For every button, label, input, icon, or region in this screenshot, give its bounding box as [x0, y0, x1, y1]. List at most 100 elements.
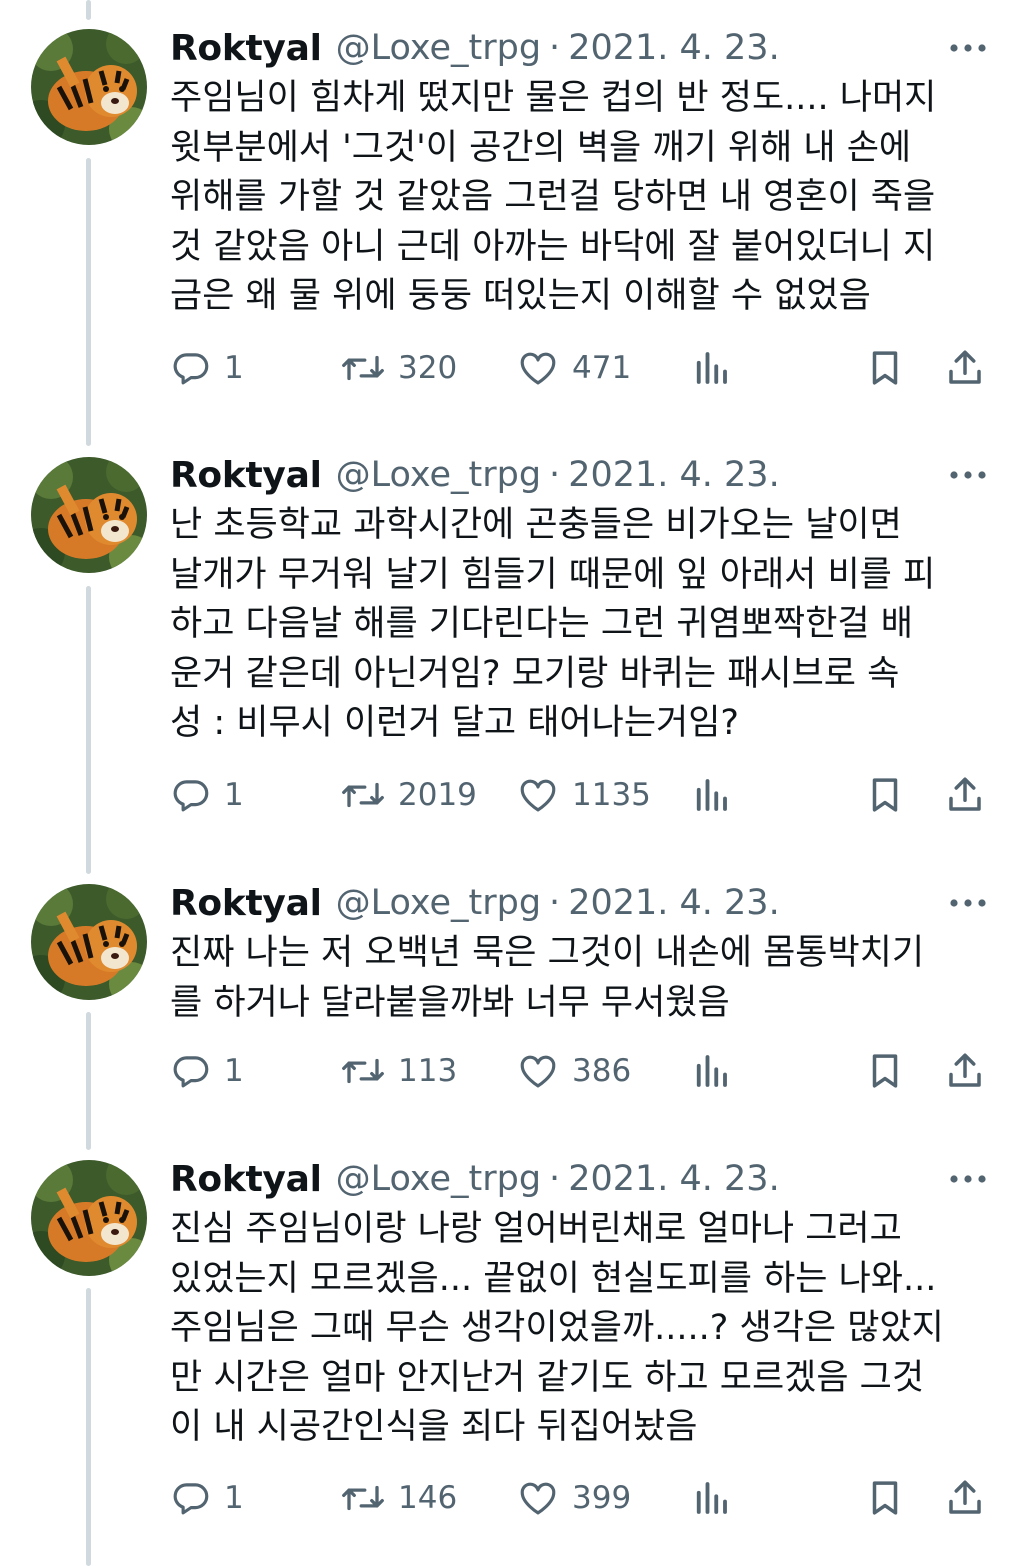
views-button[interactable]	[690, 1474, 732, 1522]
share-button[interactable]	[944, 771, 986, 819]
tweet-text: 난 초등학교 과학시간에 곤충들은 비가오는 날이면날개가 무거워 날기 힘들기…	[170, 501, 980, 749]
more-icon	[950, 44, 986, 52]
tweet-text-line: 날개가 무거워 날기 힘들기 때문에 잎 아래서 비를 피	[170, 554, 936, 595]
tweet-text-line: 주임님은 그때 무슨 생각이었을까.....? 생각은 많았지	[170, 1308, 944, 1348]
separator-dot: ·	[549, 28, 561, 68]
thread-line	[86, 586, 91, 874]
tweet-text-line: 만 시간은 얼마 안지난거 같기도 하고 모르겠음 그것	[170, 1357, 925, 1398]
tweet-text: 주임님이 힘차게 떴지만 물은 컵의 반 정도.... 나머지 윗부분에서 '그것…	[170, 74, 980, 322]
like-button[interactable]: 386	[516, 1047, 631, 1095]
more-options-button[interactable]	[948, 1165, 988, 1193]
avatar[interactable]	[31, 29, 147, 145]
bookmark-button[interactable]	[864, 1047, 906, 1095]
tweet-actions: 1 320 471	[0, 344, 1024, 392]
display-name[interactable]: Roktyal	[170, 1159, 322, 1200]
like-button[interactable]: 399	[516, 1474, 631, 1522]
retweet-count: 320	[398, 350, 458, 386]
reply-icon	[173, 1483, 209, 1515]
retweet-button[interactable]: 2019	[340, 771, 477, 819]
views-button[interactable]	[690, 344, 732, 392]
views-icon	[696, 352, 727, 384]
avatar[interactable]	[31, 1160, 147, 1276]
retweet-icon	[342, 1058, 384, 1084]
thread-line	[86, 0, 91, 20]
reply-count: 1	[224, 1053, 244, 1089]
tweet-text-line: 윗부분에서 '그것'이 공간의 벽을 깨기 위해 내 손에	[170, 127, 912, 168]
reply-icon	[173, 353, 209, 385]
retweet-button[interactable]: 320	[340, 344, 457, 392]
views-button[interactable]	[690, 1047, 732, 1095]
bookmark-icon	[872, 1481, 898, 1515]
reply-count: 1	[224, 777, 244, 813]
more-options-button[interactable]	[948, 34, 988, 62]
views-icon	[696, 1055, 727, 1087]
like-icon	[520, 1482, 556, 1515]
tweet-text-line: 금은 왜 물 위에 둥둥 떠있는지 이해할 수 없었음	[170, 276, 871, 316]
tweet-actions: 1 113 386	[0, 1047, 1024, 1095]
like-button[interactable]: 1135	[516, 771, 651, 819]
display-name[interactable]: Roktyal	[170, 883, 322, 924]
more-options-button[interactable]	[948, 889, 988, 917]
reply-button[interactable]: 1	[170, 771, 244, 819]
tweet-date[interactable]: 2021. 4. 23.	[568, 455, 780, 495]
retweet-count: 146	[398, 1480, 458, 1516]
tweet-text-line: 운거 같은데 아닌거임? 모기랑 바퀴는 패시브로 속	[170, 653, 900, 694]
avatar[interactable]	[31, 457, 147, 573]
like-icon	[520, 352, 556, 385]
separator-dot: ·	[549, 455, 561, 495]
user-handle[interactable]: @Loxe_trpg	[336, 28, 541, 68]
reply-button[interactable]: 1	[170, 344, 244, 392]
views-icon	[696, 1482, 727, 1514]
more-icon	[950, 471, 986, 479]
tweet-text-line: 난 초등학교 과학시간에 곤충들은 비가오는 날이면	[170, 505, 902, 545]
display-name[interactable]: Roktyal	[170, 28, 322, 69]
like-count: 386	[572, 1053, 632, 1089]
retweet-count: 113	[398, 1053, 458, 1089]
retweet-button[interactable]: 146	[340, 1474, 457, 1522]
user-handle[interactable]: @Loxe_trpg	[336, 1159, 541, 1199]
reply-count: 1	[224, 350, 244, 386]
tweet-header: Roktyal @Loxe_trpg · 2021. 4. 23.	[170, 451, 780, 499]
like-count: 471	[572, 350, 632, 386]
retweet-button[interactable]: 113	[340, 1047, 457, 1095]
share-button[interactable]	[944, 1047, 986, 1095]
tweet-text-line: 를 하거나 달라붙을까봐 너무 무서웠음	[170, 982, 730, 1023]
tiger-avatar-image	[31, 1160, 147, 1276]
like-count: 399	[572, 1480, 632, 1516]
tweet-text-line: 진짜 나는 저 오백년 묵은 그것이 내손에 몸통박치기	[170, 933, 925, 973]
reply-icon	[173, 1056, 209, 1088]
user-handle[interactable]: @Loxe_trpg	[336, 883, 541, 923]
reply-button[interactable]: 1	[170, 1047, 244, 1095]
tweet-actions: 1 146 399	[0, 1474, 1024, 1522]
share-icon	[949, 1053, 981, 1087]
like-count: 1135	[572, 777, 651, 813]
tweet-text-line: 위해를 가할 것 같았음 그런걸 당하면 내 영혼이 죽을	[170, 177, 936, 217]
tweet-date[interactable]: 2021. 4. 23.	[568, 883, 780, 923]
tweet-text-line: 성 : 비무시 이런거 달고 태어나는거임?	[170, 703, 739, 743]
display-name[interactable]: Roktyal	[170, 455, 322, 496]
tweet-actions: 1 2019 1135	[0, 771, 1024, 819]
tiger-avatar-image	[31, 884, 147, 1000]
tweet-text-line: 것 같았음 아니 근데 아까는 바닥에 잘 붙어있더니 지	[170, 226, 936, 267]
like-button[interactable]: 471	[516, 344, 631, 392]
share-button[interactable]	[944, 1474, 986, 1522]
bookmark-icon	[872, 351, 898, 385]
views-icon	[696, 779, 727, 811]
bookmark-button[interactable]	[864, 1474, 906, 1522]
bookmark-button[interactable]	[864, 771, 906, 819]
more-options-button[interactable]	[948, 461, 988, 489]
share-icon	[949, 350, 981, 384]
retweet-icon	[342, 1485, 384, 1511]
like-icon	[520, 779, 556, 812]
avatar[interactable]	[31, 884, 147, 1000]
share-button[interactable]	[944, 344, 986, 392]
retweet-count: 2019	[398, 777, 477, 813]
tweet-date[interactable]: 2021. 4. 23.	[568, 28, 780, 68]
tweet-date[interactable]: 2021. 4. 23.	[568, 1159, 780, 1199]
user-handle[interactable]: @Loxe_trpg	[336, 455, 541, 495]
tweet-header: Roktyal @Loxe_trpg · 2021. 4. 23.	[170, 879, 780, 927]
bookmark-button[interactable]	[864, 344, 906, 392]
separator-dot: ·	[549, 1159, 561, 1199]
views-button[interactable]	[690, 771, 732, 819]
reply-button[interactable]: 1	[170, 1474, 244, 1522]
